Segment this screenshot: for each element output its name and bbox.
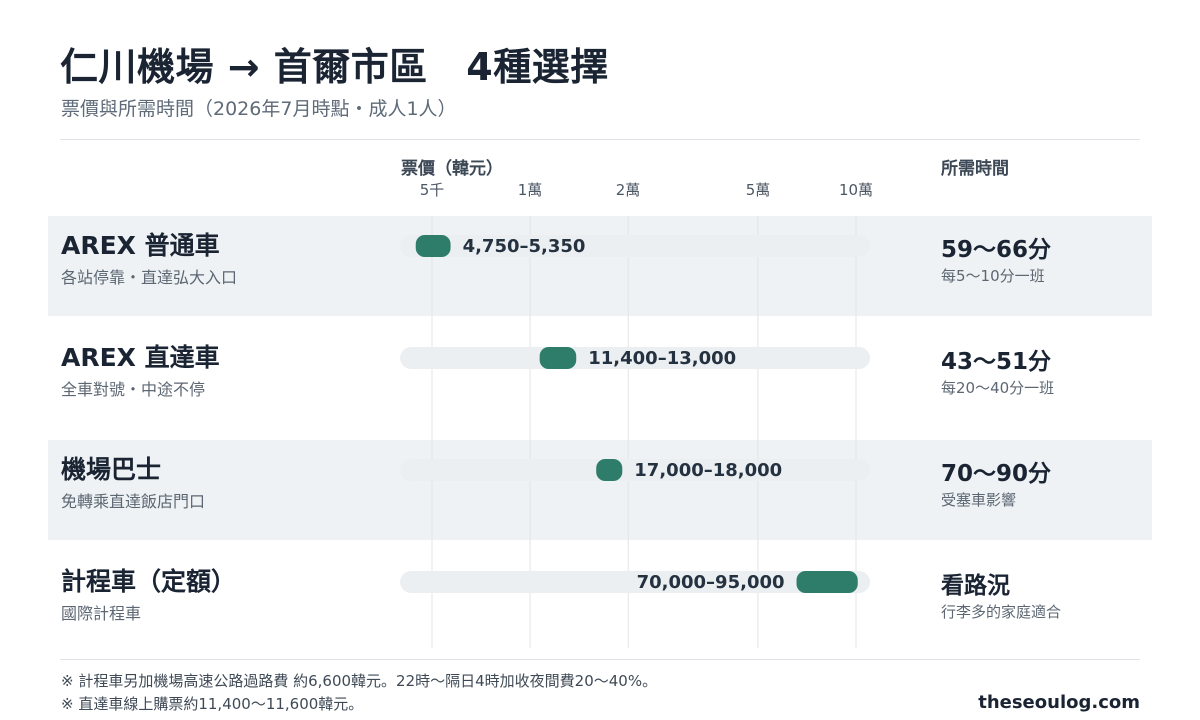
row-note-taxi: 行李多的家庭適合 — [941, 603, 1062, 621]
row-name-taxi: 計程車（定額） — [61, 567, 237, 596]
range-label-3: 70,000–95,000 — [637, 572, 785, 593]
row-desc-taxi: 國際計程車 — [61, 604, 142, 623]
range-label-1: 11,400–13,000 — [588, 348, 736, 369]
row-name-arex-all-stop: AREX 普通車 — [61, 231, 220, 260]
range-bar-1 — [539, 347, 577, 369]
row-time-airport-bus: 70〜90分 — [941, 461, 1052, 487]
brand-watermark: theseoulog.com — [978, 692, 1140, 713]
footnote-express-online: ※ 直達車線上購票約11,400〜11,600韓元。 — [61, 695, 364, 713]
row-time-arex-express: 43〜51分 — [941, 349, 1052, 375]
row-desc-arex-express: 全車對號・中途不停 — [61, 380, 206, 399]
row-name-arex-express: AREX 直達車 — [61, 343, 220, 372]
row-note-arex-all-stop: 每5〜10分一班 — [941, 267, 1045, 285]
row-name-airport-bus: 機場巴士 — [61, 455, 162, 484]
row-note-arex-express: 每20〜40分一班 — [941, 379, 1055, 397]
row-time-taxi: 看路況 — [941, 573, 1010, 599]
row-note-airport-bus: 受塞車影響 — [941, 491, 1017, 509]
range-label-0: 4,750–5,350 — [463, 236, 586, 257]
footnote-taxi-toll: ※ 計程車另加機場高速公路過路費 約6,600韓元。22時〜隔日4時加收夜間費2… — [61, 672, 658, 690]
range-bar-3 — [796, 571, 858, 593]
range-label-2: 17,000–18,000 — [634, 460, 782, 481]
range-bar-2 — [596, 459, 623, 481]
bottom-divider — [60, 659, 1140, 660]
row-time-arex-all-stop: 59〜66分 — [941, 237, 1052, 263]
row-desc-arex-all-stop: 各站停靠・直達弘大入口 — [61, 268, 238, 287]
range-bar-0 — [415, 235, 451, 257]
row-desc-airport-bus: 免轉乘直達飯店門口 — [61, 492, 206, 511]
